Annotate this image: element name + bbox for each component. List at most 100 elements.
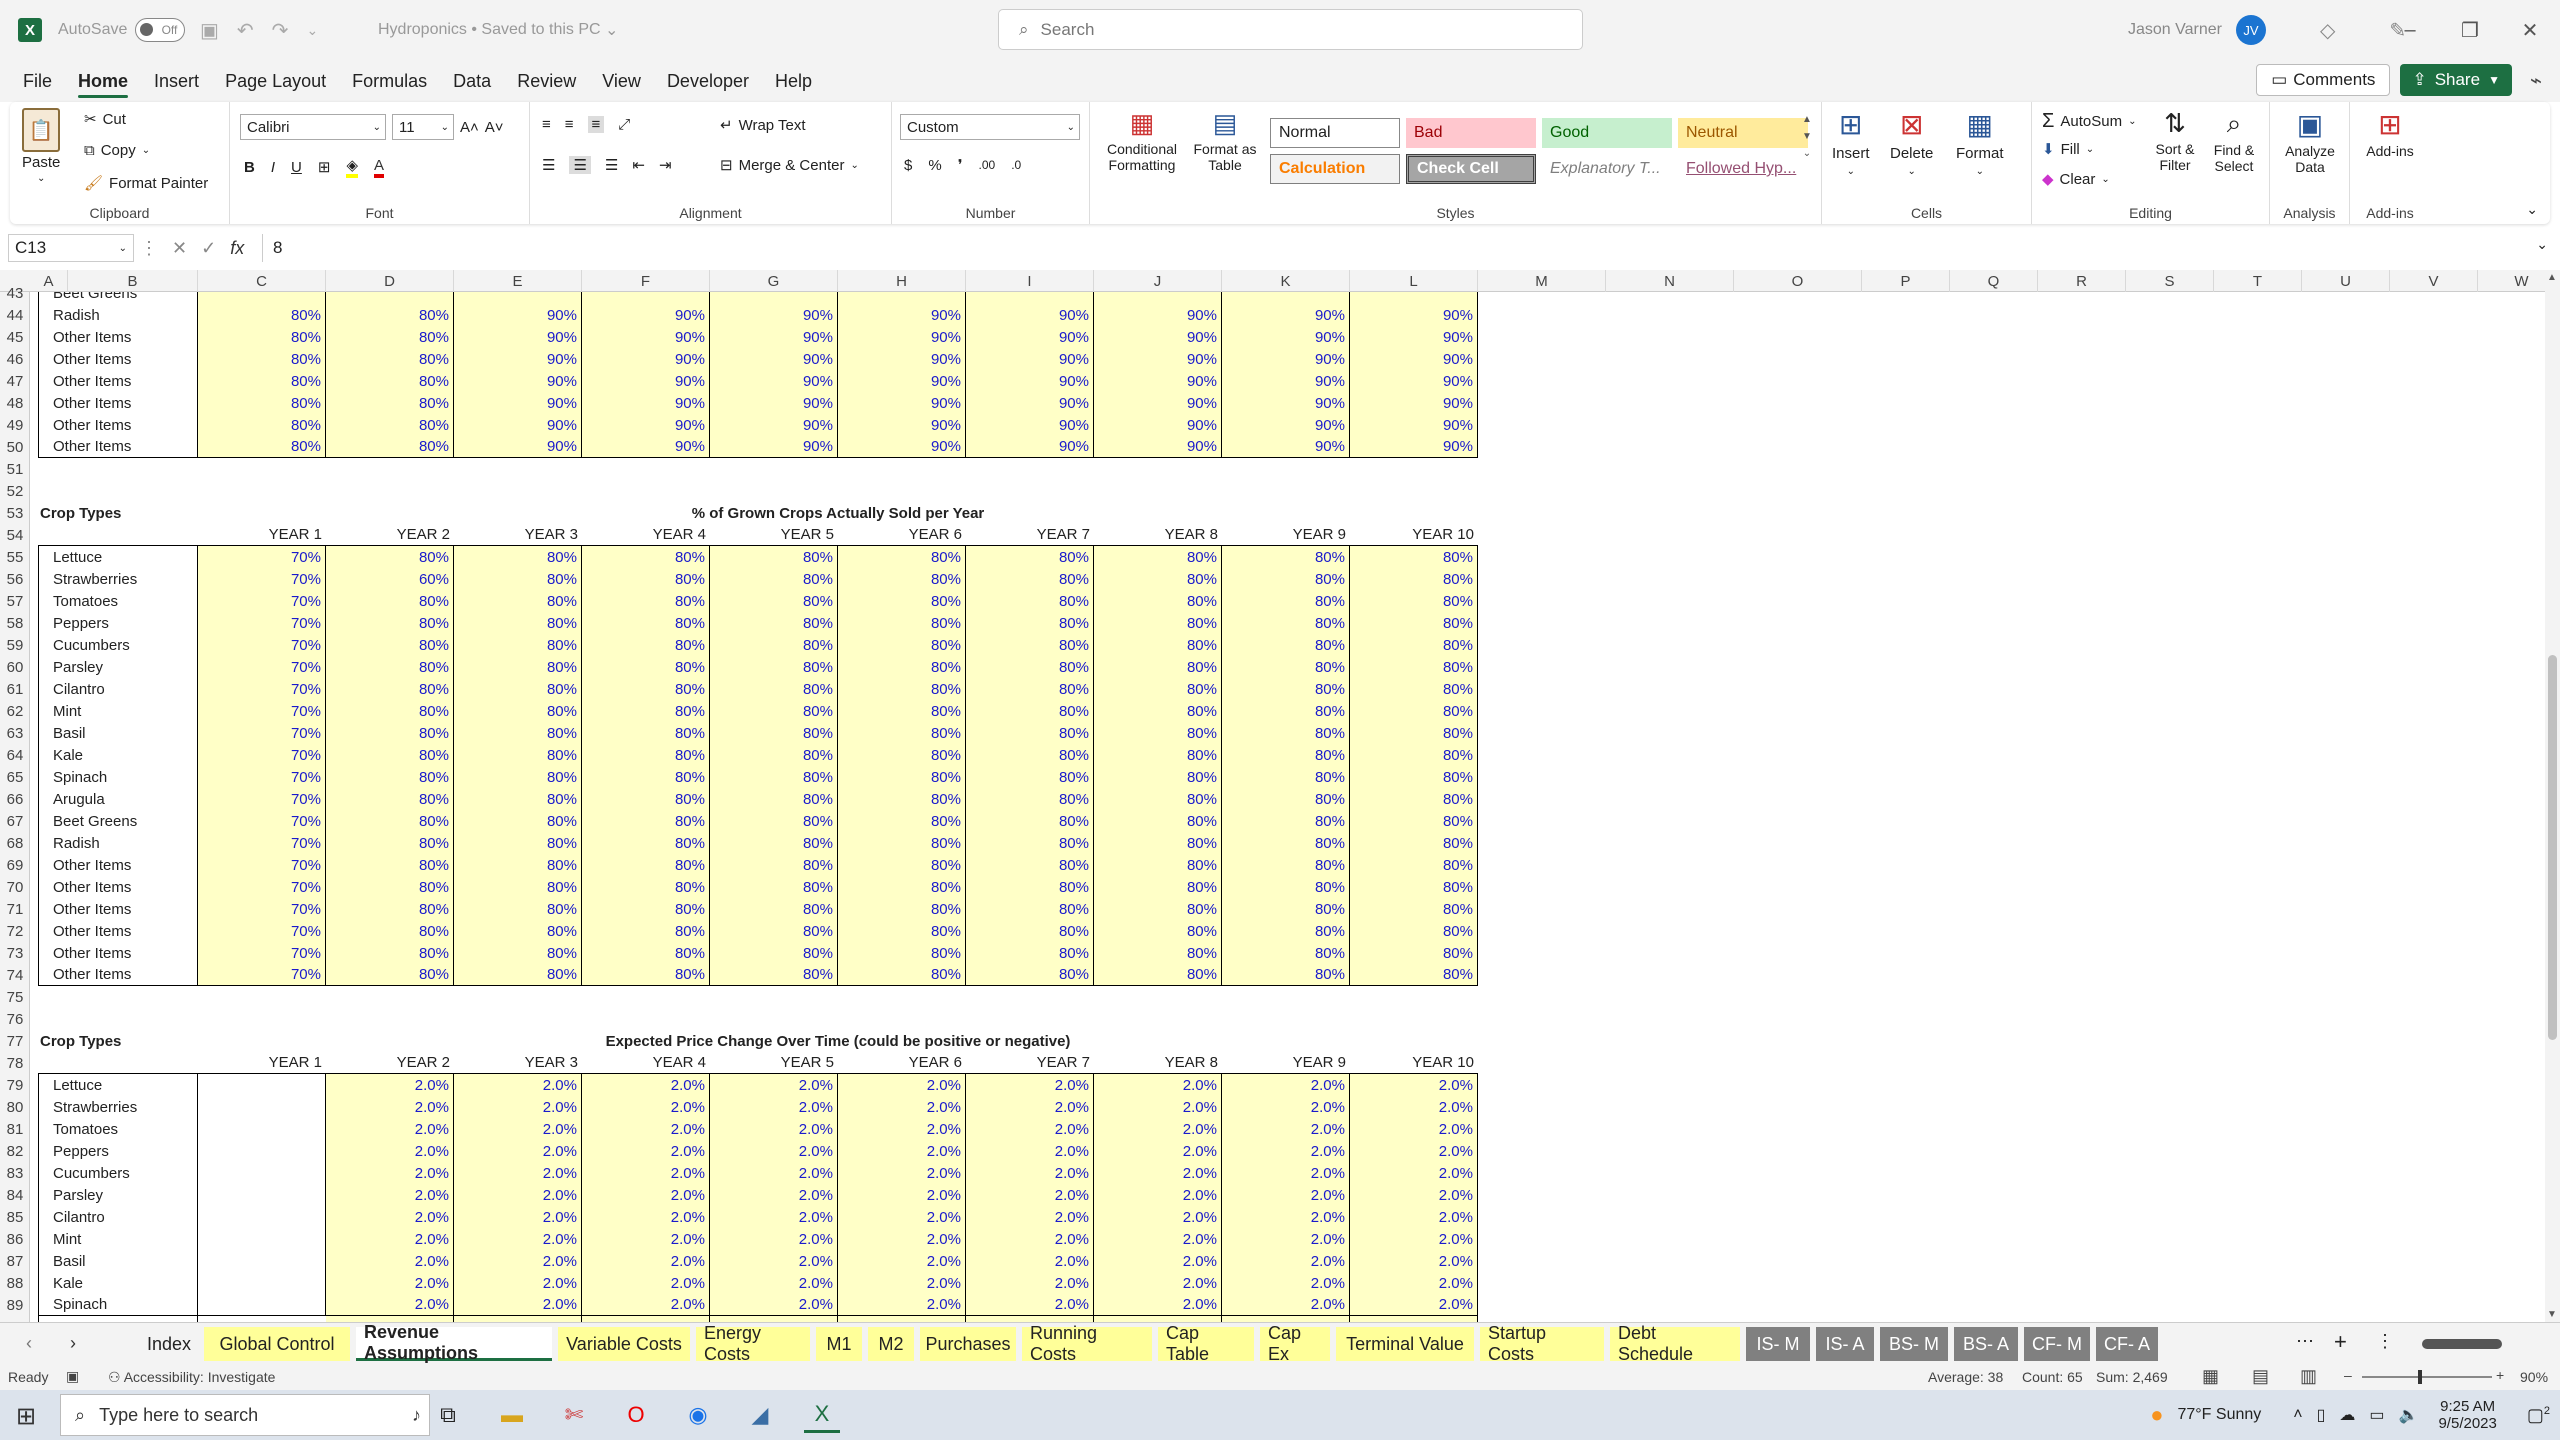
value-cell[interactable]: 80% bbox=[838, 898, 966, 920]
crop-label-cell[interactable]: Other Items bbox=[38, 898, 198, 920]
value-cell[interactable]: 2.0% bbox=[838, 1096, 966, 1118]
value-cell[interactable]: 90% bbox=[454, 392, 582, 414]
value-cell[interactable]: 80% bbox=[454, 612, 582, 634]
value-cell[interactable]: 2.0% bbox=[1350, 1250, 1478, 1272]
value-cell[interactable]: 2.0% bbox=[454, 1096, 582, 1118]
row-header[interactable]: 80 bbox=[0, 1096, 30, 1118]
value-cell[interactable]: 80% bbox=[326, 766, 454, 788]
value-cell[interactable]: 80% bbox=[838, 744, 966, 766]
section-title[interactable]: Expected Price Change Over Time (could b… bbox=[198, 1030, 1478, 1052]
sheet-tab[interactable]: BS- M bbox=[1880, 1327, 1948, 1361]
zoom-slider[interactable] bbox=[2362, 1370, 2492, 1384]
value-cell[interactable]: 2.0% bbox=[326, 1096, 454, 1118]
value-cell[interactable]: 80% bbox=[1094, 568, 1222, 590]
value-cell[interactable]: 80% bbox=[1222, 876, 1350, 898]
crop-label-cell[interactable]: Tomatoes bbox=[38, 590, 198, 612]
value-cell[interactable]: 80% bbox=[582, 832, 710, 854]
value-cell[interactable]: 2.0% bbox=[966, 1184, 1094, 1206]
value-cell[interactable]: 90% bbox=[838, 304, 966, 326]
value-cell[interactable]: 2.0% bbox=[1222, 1074, 1350, 1096]
value-cell[interactable]: 80% bbox=[326, 414, 454, 436]
decrease-decimal-icon[interactable]: .0 bbox=[1011, 158, 1021, 172]
value-cell[interactable]: 80% bbox=[582, 656, 710, 678]
value-cell[interactable]: 2.0% bbox=[1094, 1294, 1222, 1316]
value-cell[interactable]: 80% bbox=[454, 942, 582, 964]
tab-formulas[interactable]: Formulas bbox=[339, 60, 440, 102]
value-cell[interactable]: 2.0% bbox=[1094, 1272, 1222, 1294]
tab-developer[interactable]: Developer bbox=[654, 60, 762, 102]
decrease-font-icon[interactable]: A˅ bbox=[485, 119, 504, 136]
value-cell[interactable]: 70% bbox=[198, 942, 326, 964]
row-header[interactable]: 89 bbox=[0, 1294, 30, 1316]
value-cell[interactable]: 80% bbox=[710, 920, 838, 942]
row-header[interactable]: 75 bbox=[0, 986, 30, 1008]
tab-file[interactable]: File bbox=[10, 60, 65, 102]
value-cell[interactable]: 80% bbox=[1350, 612, 1478, 634]
weather-text[interactable]: 77°F Sunny bbox=[2177, 1406, 2261, 1424]
value-cell[interactable]: 2.0% bbox=[710, 1140, 838, 1162]
column-header-g[interactable]: G bbox=[710, 270, 838, 292]
sheet-tab[interactable]: IS- M bbox=[1746, 1327, 1810, 1361]
value-cell[interactable]: 90% bbox=[454, 304, 582, 326]
excel-taskbar-icon[interactable]: X bbox=[804, 1397, 840, 1433]
value-cell[interactable]: 80% bbox=[838, 964, 966, 986]
value-cell[interactable]: 80% bbox=[838, 766, 966, 788]
value-cell[interactable]: 80% bbox=[454, 546, 582, 568]
value-cell[interactable]: 80% bbox=[966, 612, 1094, 634]
column-header-t[interactable]: T bbox=[2214, 270, 2302, 292]
decrease-indent-icon[interactable]: ⇤ bbox=[632, 156, 645, 174]
value-cell[interactable]: 90% bbox=[1222, 326, 1350, 348]
column-header-o[interactable]: O bbox=[1734, 270, 1862, 292]
value-cell[interactable]: 80% bbox=[1094, 766, 1222, 788]
sheet-tab[interactable]: Revenue Assumptions bbox=[356, 1322, 552, 1363]
value-cell[interactable]: 80% bbox=[838, 656, 966, 678]
column-header-e[interactable]: E bbox=[454, 270, 582, 292]
value-cell[interactable]: 80% bbox=[1222, 568, 1350, 590]
year-header[interactable]: YEAR 10 bbox=[1350, 1052, 1478, 1074]
year-header[interactable]: YEAR 2 bbox=[326, 1052, 454, 1074]
value-cell[interactable] bbox=[198, 1272, 326, 1294]
value-cell[interactable]: 2.0% bbox=[966, 1096, 1094, 1118]
sheet-options-icon[interactable]: ⋮ bbox=[2376, 1331, 2394, 1352]
font-size-dropdown[interactable]: 11 ⌄ bbox=[392, 114, 454, 140]
crop-label-cell[interactable]: Cilantro bbox=[38, 678, 198, 700]
value-cell[interactable]: 80% bbox=[1094, 634, 1222, 656]
notification-icon[interactable]: ▢2 bbox=[2527, 1405, 2550, 1426]
value-cell[interactable]: 2.0% bbox=[1094, 1096, 1222, 1118]
value-cell[interactable]: 2.0% bbox=[838, 1162, 966, 1184]
value-cell[interactable]: 80% bbox=[710, 788, 838, 810]
value-cell[interactable]: 80% bbox=[1222, 722, 1350, 744]
value-cell[interactable]: 80% bbox=[1094, 964, 1222, 986]
row-header[interactable]: 64 bbox=[0, 744, 30, 766]
value-cell[interactable]: 90% bbox=[1222, 304, 1350, 326]
value-cell[interactable]: 2.0% bbox=[710, 1250, 838, 1272]
value-cell[interactable]: 80% bbox=[454, 810, 582, 832]
value-cell[interactable]: 80% bbox=[710, 700, 838, 722]
fill-button[interactable]: ⬇ Fill ⌄ bbox=[2042, 140, 2094, 159]
value-cell[interactable]: 80% bbox=[198, 326, 326, 348]
year-header[interactable]: YEAR 2 bbox=[326, 524, 454, 546]
column-header-j[interactable]: J bbox=[1094, 270, 1222, 292]
next-sheet-icon[interactable]: › bbox=[70, 1333, 76, 1354]
value-cell[interactable]: 90% bbox=[454, 414, 582, 436]
year-header[interactable]: YEAR 3 bbox=[454, 524, 582, 546]
value-cell[interactable]: 80% bbox=[454, 678, 582, 700]
value-cell[interactable]: 80% bbox=[966, 546, 1094, 568]
restore-icon[interactable]: ❐ bbox=[2440, 18, 2500, 43]
value-cell[interactable]: 80% bbox=[710, 766, 838, 788]
value-cell[interactable] bbox=[582, 292, 710, 304]
value-cell[interactable]: 2.0% bbox=[582, 1206, 710, 1228]
value-cell[interactable]: 80% bbox=[198, 436, 326, 458]
value-cell[interactable]: 80% bbox=[198, 392, 326, 414]
value-cell[interactable]: 80% bbox=[326, 546, 454, 568]
sheet-tab[interactable]: Variable Costs bbox=[558, 1327, 690, 1361]
expand-formula-icon[interactable]: ⌄ bbox=[2536, 236, 2548, 253]
value-cell[interactable]: 2.0% bbox=[582, 1096, 710, 1118]
value-cell[interactable]: 80% bbox=[326, 832, 454, 854]
zoom-in-icon[interactable]: + bbox=[2496, 1367, 2504, 1383]
value-cell[interactable]: 80% bbox=[454, 964, 582, 986]
column-header-v[interactable]: V bbox=[2390, 270, 2478, 292]
orientation-icon[interactable]: ⤢ bbox=[618, 116, 630, 133]
value-cell[interactable]: 80% bbox=[326, 810, 454, 832]
row-header[interactable]: 55 bbox=[0, 546, 30, 568]
